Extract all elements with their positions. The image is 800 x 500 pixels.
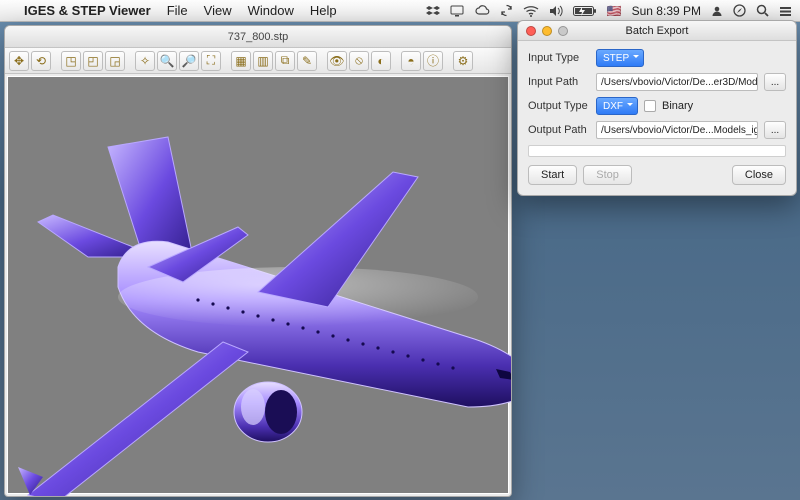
menubar-status-area: 🇺🇸 Sun 8:39 PM: [426, 4, 792, 18]
tool-zoom-out-icon[interactable]: 🔎: [179, 51, 199, 71]
menubar-clock[interactable]: Sun 8:39 PM: [632, 4, 701, 18]
viewer-window: 737_800.stp ✥ ⟲ ◳ ◰ ◲ ✧ 🔍 🔎 ⛶ ▦ ▥ ⧉ ✎ 👁 …: [4, 25, 512, 497]
wifi-icon[interactable]: [523, 5, 539, 17]
dropbox-icon[interactable]: [426, 5, 440, 17]
tool-orbit-icon[interactable]: ⟲: [31, 51, 51, 71]
app-menu[interactable]: IGES & STEP Viewer: [24, 3, 151, 18]
menu-view[interactable]: View: [204, 3, 232, 18]
tool-shaded-icon[interactable]: ◓: [401, 51, 421, 71]
zoom-window-icon: [558, 26, 568, 36]
safari-icon[interactable]: [733, 4, 746, 17]
tool-eye-icon[interactable]: 👁: [327, 51, 347, 71]
document-title: 737_800.stp: [228, 31, 289, 43]
tool-front-icon[interactable]: ◰: [83, 51, 103, 71]
menu-window[interactable]: Window: [248, 3, 294, 18]
viewport-3d[interactable]: [7, 76, 509, 494]
start-button[interactable]: Start: [528, 165, 577, 185]
mac-menubar: IGES & STEP Viewer File View Window Help…: [0, 0, 800, 22]
tool-measure-icon[interactable]: ⧉: [275, 51, 295, 71]
binary-label: Binary: [662, 100, 693, 112]
battery-icon[interactable]: [573, 5, 597, 17]
viewer-titlebar[interactable]: 737_800.stp: [5, 26, 511, 48]
tool-iso-icon[interactable]: ◳: [61, 51, 81, 71]
output-type-label: Output Type: [528, 100, 590, 112]
tool-fit-icon[interactable]: ✧: [135, 51, 155, 71]
input-type-label: Input Type: [528, 52, 590, 64]
input-path-label: Input Path: [528, 76, 590, 88]
close-button[interactable]: Close: [732, 165, 786, 185]
tool-box-icon[interactable]: ▥: [253, 51, 273, 71]
dialog-title: Batch Export: [626, 25, 689, 37]
output-type-select[interactable]: DXF: [596, 97, 638, 115]
flag-icon[interactable]: 🇺🇸: [607, 4, 622, 18]
menu-extra-icon[interactable]: [779, 5, 792, 17]
display-icon[interactable]: [450, 5, 464, 17]
tool-move-icon[interactable]: ✥: [9, 51, 29, 71]
tool-cube-icon[interactable]: ▦: [231, 51, 251, 71]
binary-checkbox[interactable]: [644, 100, 656, 112]
user-icon[interactable]: [711, 5, 723, 17]
output-path-field[interactable]: /Users/vbovio/Victor/De...Models_iges_st…: [596, 121, 758, 139]
tool-zoom-in-icon[interactable]: 🔍: [157, 51, 177, 71]
spotlight-icon[interactable]: [756, 4, 769, 17]
tool-zoom-window-icon[interactable]: ⛶: [201, 51, 221, 71]
tool-palette-icon[interactable]: ◐: [371, 51, 391, 71]
tool-info-icon[interactable]: ⓘ: [423, 51, 443, 71]
browse-input-button[interactable]: ...: [764, 73, 786, 91]
volume-icon[interactable]: [549, 5, 563, 17]
progress-bar: [528, 145, 786, 157]
sync-icon[interactable]: [500, 4, 513, 17]
browse-output-button[interactable]: ...: [764, 121, 786, 139]
tool-right-icon[interactable]: ◲: [105, 51, 125, 71]
close-window-icon[interactable]: [526, 26, 536, 36]
batch-export-dialog: Batch Export Input Type STEP Input Path …: [517, 20, 797, 196]
viewer-toolbar: ✥ ⟲ ◳ ◰ ◲ ✧ 🔍 🔎 ⛶ ▦ ▥ ⧉ ✎ 👁 ⦸ ◐ ◓ ⓘ ⚙: [5, 48, 511, 74]
tool-tag-icon[interactable]: ✎: [297, 51, 317, 71]
minimize-window-icon[interactable]: [542, 26, 552, 36]
model-airplane: [4, 107, 512, 497]
cloud-icon[interactable]: [474, 5, 490, 17]
menu-file[interactable]: File: [167, 3, 188, 18]
input-type-select[interactable]: STEP: [596, 49, 644, 67]
menu-help[interactable]: Help: [310, 3, 337, 18]
tool-hide-icon[interactable]: ⦸: [349, 51, 369, 71]
input-path-field[interactable]: /Users/vbovio/Victor/De...er3D/Models_ig…: [596, 73, 758, 91]
output-path-label: Output Path: [528, 124, 590, 136]
tool-gear-icon[interactable]: ⚙: [453, 51, 473, 71]
dialog-titlebar[interactable]: Batch Export: [518, 21, 796, 41]
stop-button: Stop: [583, 165, 632, 185]
window-controls: [526, 26, 568, 36]
